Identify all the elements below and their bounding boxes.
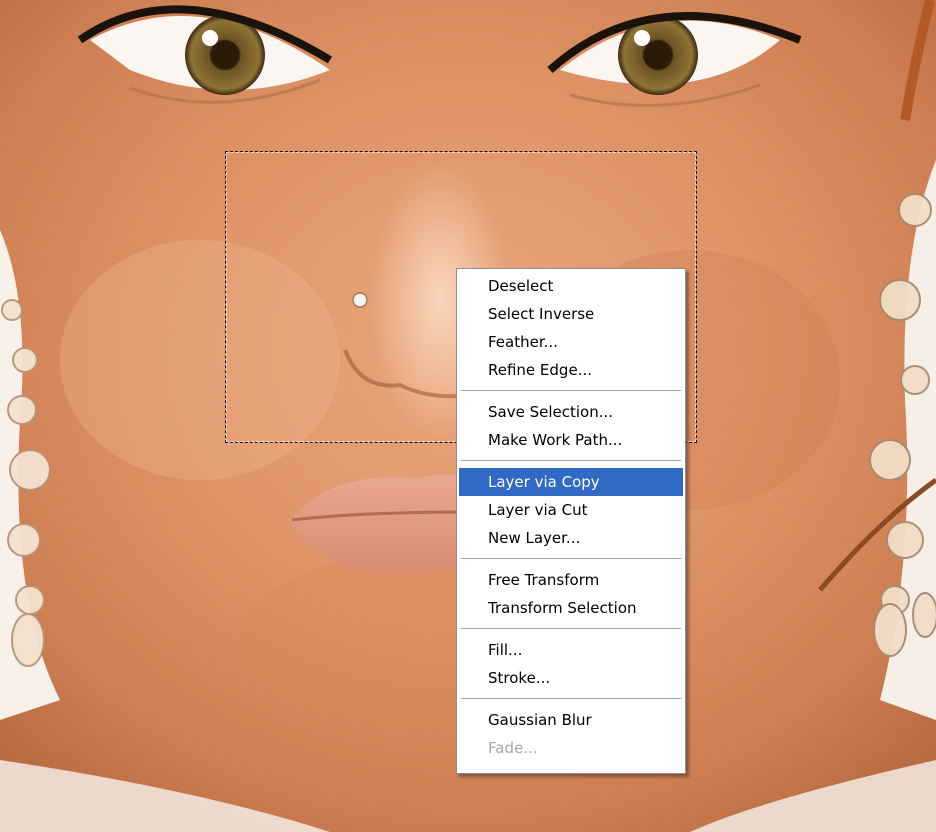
menu-item-transform-selection[interactable]: Transform Selection [459,594,683,622]
menu-separator [461,558,681,560]
menu-item-save-selection[interactable]: Save Selection... [459,398,683,426]
menu-separator [461,698,681,700]
document-canvas[interactable]: Deselect Select Inverse Feather... Refine E… [0,0,936,832]
menu-item-gaussian-blur[interactable]: Gaussian Blur [459,706,683,734]
menu-separator [461,390,681,392]
menu-item-refine-edge[interactable]: Refine Edge... [459,356,683,384]
menu-item-deselect[interactable]: Deselect [459,272,683,300]
context-menu[interactable]: Deselect Select Inverse Feather... Refine E… [456,268,686,774]
menu-item-layer-via-cut[interactable]: Layer via Cut [459,496,683,524]
menu-item-layer-via-copy[interactable]: Layer via Copy [459,468,683,496]
menu-item-select-inverse[interactable]: Select Inverse [459,300,683,328]
menu-separator [461,460,681,462]
menu-item-feather[interactable]: Feather... [459,328,683,356]
menu-item-make-work-path[interactable]: Make Work Path... [459,426,683,454]
menu-item-new-layer[interactable]: New Layer... [459,524,683,552]
menu-separator [461,628,681,630]
menu-item-fill[interactable]: Fill... [459,636,683,664]
menu-item-stroke[interactable]: Stroke... [459,664,683,692]
menu-item-free-transform[interactable]: Free Transform [459,566,683,594]
menu-item-fade: Fade... [488,739,538,757]
